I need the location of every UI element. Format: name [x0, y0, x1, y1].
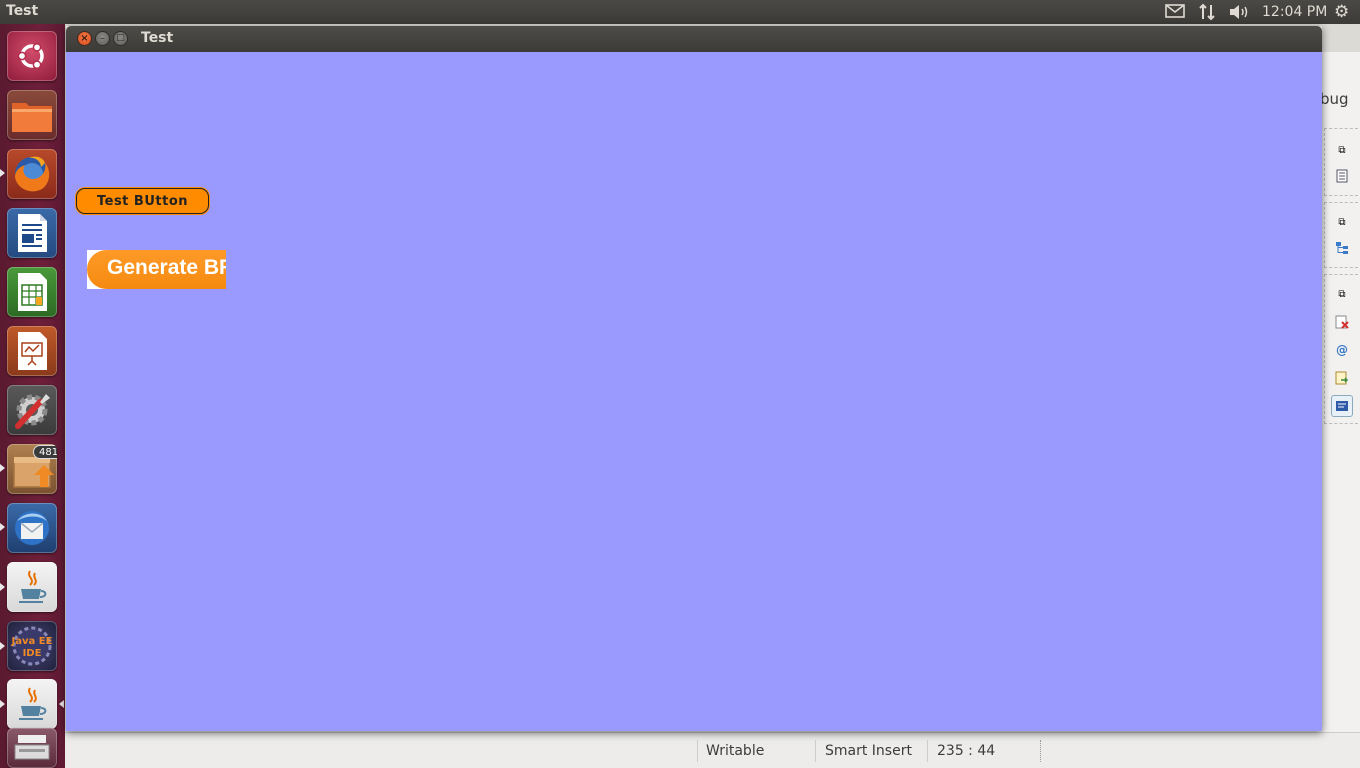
thunderbird-icon	[7, 503, 57, 553]
running-indicator	[0, 700, 5, 708]
ubuntu-dash-button[interactable]	[7, 31, 57, 81]
ubuntu-logo-icon	[7, 31, 57, 81]
svg-text:Java EE: Java EE	[11, 636, 53, 647]
settings-gear-icon[interactable]: ⚙	[1334, 2, 1349, 22]
impress-launcher[interactable]	[7, 326, 57, 376]
test-window: × – □ Test Test BUtton Generate BR	[66, 26, 1322, 731]
thunderbird-launcher[interactable]	[7, 503, 57, 553]
close-icon: ×	[80, 32, 89, 44]
status-separator	[815, 740, 816, 762]
top-panel: Test 12:04 PM ⚙	[0, 0, 1360, 24]
side-toolbar-group: ⧉	[1324, 128, 1358, 196]
java-cup-icon	[7, 562, 57, 612]
focused-indicator	[59, 700, 64, 708]
running-indicator	[0, 583, 5, 591]
calc-launcher[interactable]	[7, 267, 57, 317]
launcher: 481 Java EE IDE	[0, 24, 65, 768]
restore-icon[interactable]: ⧉	[1333, 141, 1351, 159]
settings-tools-icon	[7, 385, 57, 435]
close-button[interactable]: ×	[77, 31, 92, 46]
calc-icon	[7, 267, 57, 317]
clock[interactable]: 12:04 PM	[1262, 4, 1327, 20]
java-ee-ide-icon: Java EE IDE	[7, 621, 57, 671]
generate-button[interactable]: Generate BR	[87, 250, 226, 289]
running-indicator	[0, 642, 5, 650]
side-toolbar-group: ⧉ @	[1324, 274, 1358, 424]
running-indicator	[0, 464, 5, 472]
firefox-launcher[interactable]	[7, 149, 57, 199]
eclipse-java-ee-launcher[interactable]: Java EE IDE	[7, 621, 57, 671]
impress-icon	[7, 326, 57, 376]
restore-icon[interactable]: ⧉	[1333, 213, 1351, 231]
maximize-button[interactable]: □	[113, 31, 128, 46]
minimize-icon: –	[100, 32, 105, 44]
minimize-button[interactable]: –	[95, 31, 110, 46]
test-button[interactable]: Test BUtton	[76, 188, 209, 214]
java-running-launcher[interactable]	[7, 679, 57, 729]
window-title-bar[interactable]: × – □ Test	[66, 26, 1322, 52]
status-insert-mode: Smart Insert	[825, 743, 912, 759]
console-icon[interactable]	[1331, 395, 1353, 417]
system-settings-launcher[interactable]	[7, 385, 57, 435]
java-launcher[interactable]	[7, 562, 57, 612]
status-separator	[697, 740, 698, 762]
scanner-icon	[7, 728, 57, 768]
window-content: Test BUtton Generate BR	[66, 52, 1322, 731]
status-bar: Writable Smart Insert 235 : 44	[65, 732, 1360, 768]
network-icon[interactable]	[1198, 3, 1216, 25]
svg-text:IDE: IDE	[23, 648, 42, 659]
active-app-title: Test	[6, 3, 39, 19]
mail-icon[interactable]	[1165, 3, 1185, 23]
running-indicator	[0, 523, 5, 531]
status-separator	[927, 740, 928, 762]
hierarchy-icon[interactable]	[1333, 239, 1351, 257]
files-launcher[interactable]	[7, 90, 57, 140]
debug-perspective-label[interactable]: bug	[1320, 90, 1349, 108]
status-writable: Writable	[706, 743, 765, 759]
outline-icon[interactable]	[1333, 167, 1351, 185]
problems-icon[interactable]	[1333, 313, 1351, 331]
status-cursor-position: 235 : 44	[937, 743, 996, 759]
writer-launcher[interactable]	[7, 208, 57, 258]
generate-button-label: Generate BR	[107, 256, 226, 279]
folder-icon	[7, 90, 57, 140]
running-indicator	[0, 169, 5, 177]
declaration-icon[interactable]	[1333, 369, 1351, 387]
writer-icon	[7, 208, 57, 258]
javadoc-icon[interactable]: @	[1333, 341, 1351, 359]
window-title: Test	[141, 30, 174, 46]
maximize-icon: □	[116, 33, 125, 43]
software-updater-launcher[interactable]: 481	[7, 444, 57, 494]
java-cup-icon	[7, 679, 57, 729]
update-count-badge: 481	[33, 445, 57, 459]
restore-icon[interactable]: ⧉	[1333, 285, 1351, 303]
side-toolbar-group: ⧉	[1324, 202, 1358, 268]
volume-icon[interactable]	[1228, 3, 1250, 25]
status-separator	[1040, 740, 1041, 762]
firefox-icon	[7, 149, 57, 199]
scanner-launcher[interactable]	[7, 728, 57, 768]
